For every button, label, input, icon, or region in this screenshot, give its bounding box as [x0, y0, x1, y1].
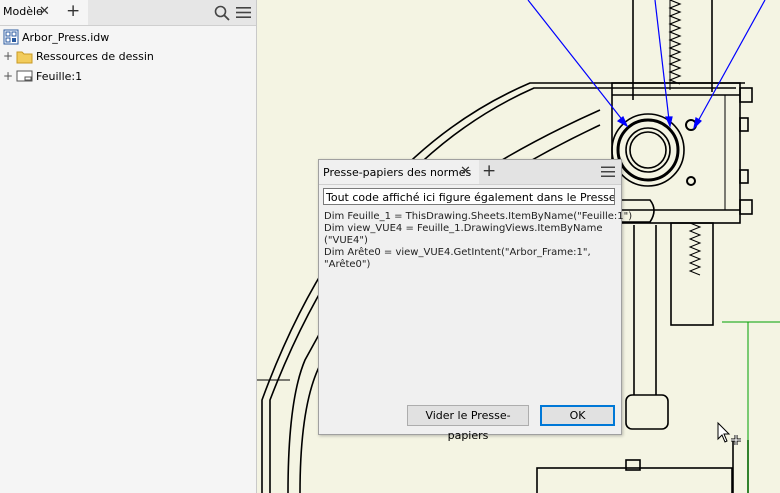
- code-line: Dim Arête0 = view_VUE4.GetIntent("Arbor_…: [324, 247, 591, 258]
- dialog-tab-bar: Presse-papiers des normes ✕ +: [319, 160, 621, 185]
- dialog-tab[interactable]: Presse-papiers des normes ✕: [319, 160, 479, 184]
- tree-item-label: Arbor_Press.idw: [22, 30, 110, 44]
- expand-plus-icon[interactable]: +: [2, 49, 14, 63]
- code-line: "Arête0"): [324, 259, 371, 270]
- folder-icon: [16, 51, 33, 63]
- code-line: Dim view_VUE4 = Feuille_1.DrawingViews.I…: [324, 223, 603, 234]
- code-line: Dim Feuille_1 = ThisDrawing.Sheets.ItemB…: [324, 211, 633, 222]
- tree-item-sheet[interactable]: + Feuille:1: [0, 67, 82, 85]
- tree-item-drawing[interactable]: Arbor_Press.idw: [0, 28, 109, 46]
- standards-clipboard-dialog: Presse-papiers des normes ✕ + Tout code …: [318, 159, 633, 442]
- close-icon[interactable]: ✕: [39, 4, 50, 19]
- dialog-title: Presse-papiers des normes: [323, 166, 472, 179]
- tree-item-label: Feuille:1: [36, 69, 83, 83]
- hamburger-menu-icon[interactable]: [601, 166, 615, 178]
- code-line: ("VUE4"): [324, 235, 368, 246]
- hamburger-menu-icon[interactable]: [236, 6, 251, 19]
- clear-clipboard-button[interactable]: Vider le Presse-papiers: [407, 405, 529, 442]
- mouse-cursor-icon: [717, 421, 741, 445]
- tab-model-label: Modèle: [3, 5, 43, 18]
- drawing-file-icon: [3, 29, 19, 45]
- code-text-area[interactable]: Dim Feuille_1 = ThisDrawing.Sheets.ItemB…: [324, 211, 633, 271]
- close-icon[interactable]: ✕: [460, 164, 471, 179]
- sheet-icon: [16, 70, 33, 82]
- tree-item-label: Ressources de dessin: [36, 49, 154, 63]
- search-icon[interactable]: [214, 5, 230, 21]
- add-tab-icon[interactable]: +: [482, 161, 496, 181]
- add-tab-icon[interactable]: +: [66, 1, 80, 21]
- model-browser-panel: Modèle ✕ + Arbor_Press.idw + Ressources …: [0, 0, 257, 493]
- tree-item-drawing-resources[interactable]: + Ressources de dessin: [0, 47, 154, 65]
- ok-button[interactable]: OK: [540, 405, 615, 426]
- expand-plus-icon[interactable]: +: [2, 69, 14, 83]
- browser-tab-bar: Modèle ✕ +: [0, 0, 256, 26]
- info-text-field[interactable]: Tout code affiché ici figure également d…: [323, 188, 615, 205]
